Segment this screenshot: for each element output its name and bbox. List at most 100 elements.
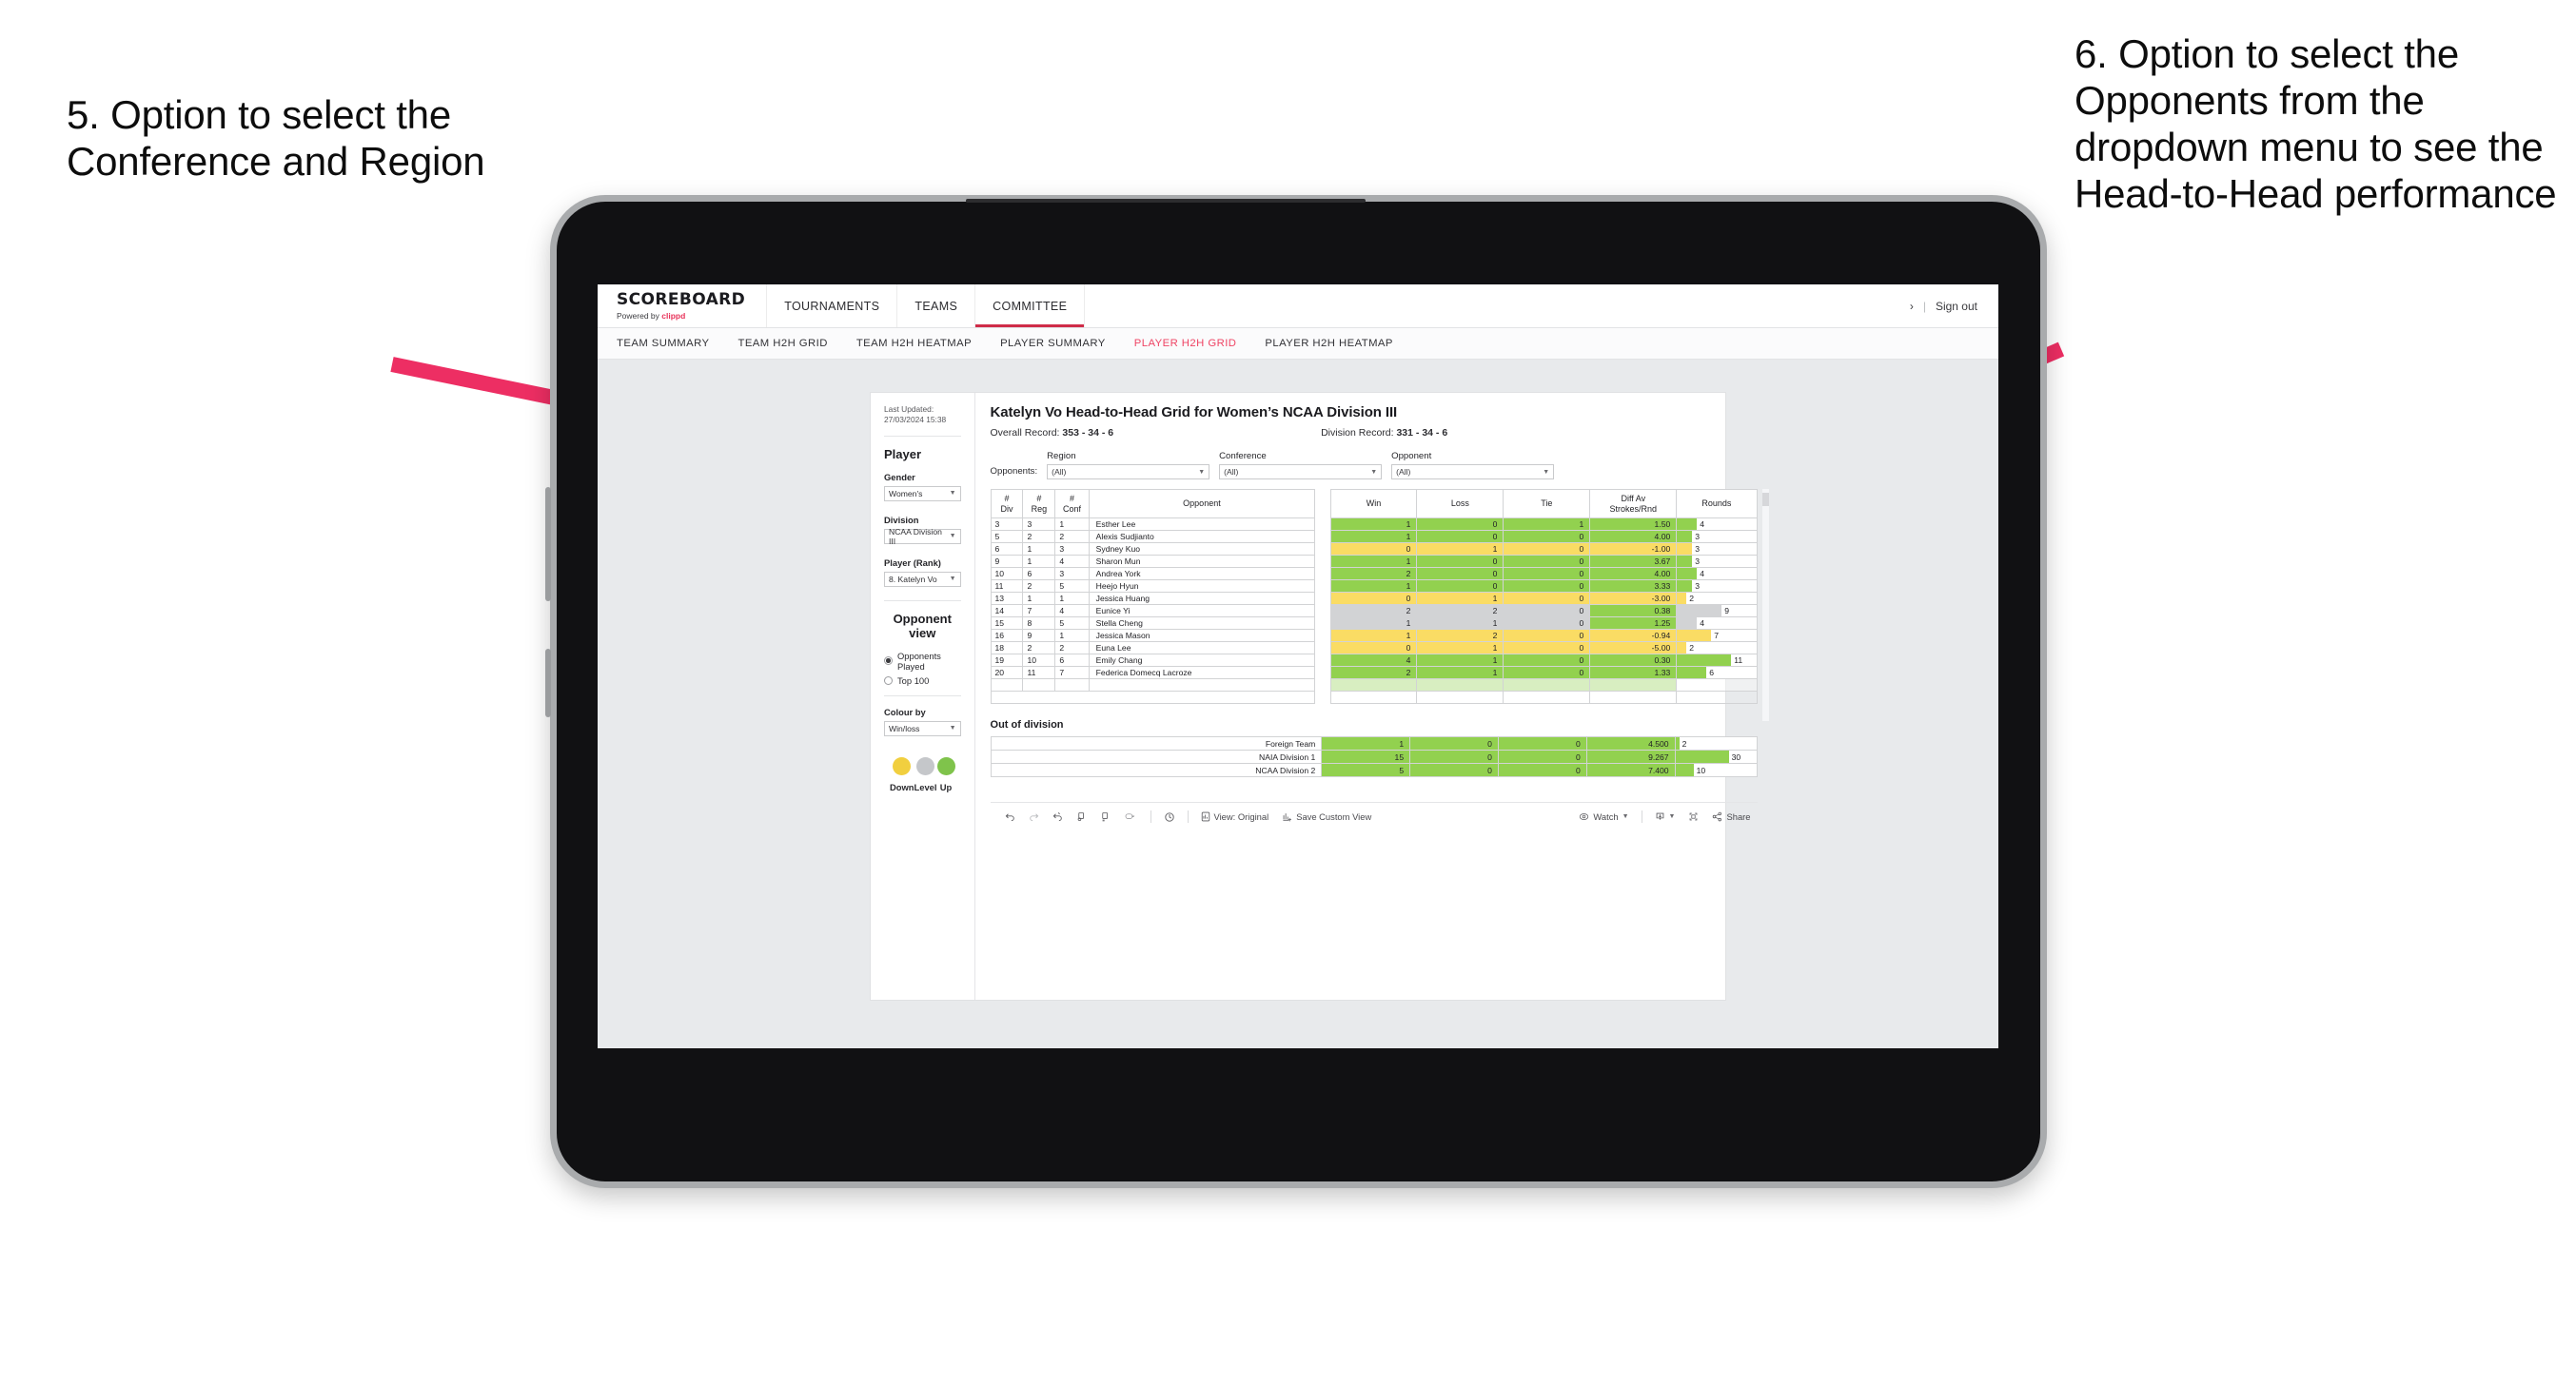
sidebar-divider-2 [884, 599, 961, 601]
table-row[interactable]: NCAA Division 2 5 0 0 7.400 10 [990, 763, 1758, 777]
cell-reg: 3 [1022, 517, 1056, 531]
table-row[interactable]: 16 9 1 Jessica Mason 1 2 0 -0.94 7 [990, 629, 1758, 642]
grid-scrollbar[interactable] [1761, 489, 1769, 721]
nav-item-committee[interactable]: COMMITTEE [975, 284, 1086, 327]
download-icon[interactable]: ▼ [1648, 811, 1682, 822]
col-tie[interactable]: Tie [1503, 489, 1591, 518]
opponent-filter-select[interactable]: (All) ▼ [1391, 464, 1555, 479]
table-row[interactable]: 9 1 4 Sharon Mun 1 0 0 3.67 3 [990, 555, 1758, 568]
cell-reg: 2 [1022, 579, 1056, 593]
tab-team-h2h-heatmap[interactable]: TEAM H2H HEATMAP [856, 338, 988, 349]
view-original-button[interactable]: View: Original [1194, 811, 1276, 822]
cell-conf: 4 [1054, 555, 1090, 568]
division-record: Division Record: 331 - 34 - 6 [1321, 427, 1447, 439]
chevron-right-icon[interactable]: › [1910, 300, 1914, 313]
cell-win: 1 [1329, 555, 1418, 568]
pause-refresh-icon[interactable] [1157, 811, 1182, 823]
cell-rounds: 2 [1674, 736, 1758, 751]
table-row[interactable]: 11 2 5 Heejo Hyun 1 0 0 3.33 3 [990, 579, 1758, 593]
colour-by-value: Win/loss [889, 723, 920, 733]
table-row[interactable]: 14 7 4 Eunice Yi 2 2 0 0.38 9 [990, 604, 1758, 617]
redo-icon[interactable] [1022, 811, 1046, 822]
col-win[interactable]: Win [1329, 489, 1418, 518]
refresh-data-icon[interactable] [1070, 811, 1093, 822]
pause-auto-update-icon[interactable] [1093, 811, 1117, 822]
col-rounds[interactable]: Rounds [1676, 489, 1758, 518]
division-select[interactable]: NCAA Division III ▼ [884, 527, 961, 546]
col-diff[interactable]: Diff Av Strokes/Rnd [1589, 489, 1678, 518]
table-row[interactable]: 19 10 6 Emily Chang 4 1 0 0.30 11 [990, 654, 1758, 667]
radio-opponents-played[interactable]: Opponents Played [884, 651, 961, 672]
save-custom-view-button[interactable]: Save Custom View [1275, 811, 1378, 822]
grid-scrollbar-thumb[interactable] [1761, 493, 1769, 506]
col-div[interactable]: # Div [990, 489, 1024, 518]
tab-team-summary[interactable]: TEAM SUMMARY [617, 338, 725, 349]
cell-loss: 0 [1416, 579, 1504, 593]
gender-label: Gender [884, 471, 915, 482]
cell-tie: 0 [1503, 592, 1591, 605]
workbook-main-pane: Katelyn Vo Head-to-Head Grid for Women’s… [975, 393, 1773, 1000]
table-row[interactable]: Foreign Team 1 0 0 4.500 2 [990, 736, 1758, 751]
h2h-grid-body: 3 3 1 Esther Lee 1 0 1 1.50 4 5 2 2 Alexis Sudjianto… [990, 517, 1758, 704]
share-button[interactable]: Share [1705, 811, 1757, 822]
table-row[interactable]: 18 2 2 Euna Lee 0 1 0 -5.00 2 [990, 641, 1758, 654]
nav-item-tournaments[interactable]: TOURNAMENTS [767, 284, 898, 327]
col-reg[interactable]: # Reg [1022, 489, 1056, 518]
radio-selected-icon [884, 656, 893, 666]
cell-tie: 0 [1503, 604, 1591, 617]
cell-diff: 4.00 [1589, 530, 1678, 543]
cell-div: 15 [990, 616, 1024, 630]
gender-select[interactable]: Women's ▼ [884, 485, 961, 501]
cell-div: 18 [990, 641, 1024, 654]
watch-button[interactable]: Watch ▼ [1572, 811, 1635, 822]
cell-opponent: Eunice Yi [1088, 604, 1316, 617]
revert-icon[interactable] [1046, 811, 1070, 822]
col-loss[interactable]: Loss [1416, 489, 1504, 518]
col-conf[interactable]: # Conf [1054, 489, 1090, 518]
tab-player-h2h-heatmap[interactable]: PLAYER H2H HEATMAP [1265, 338, 1409, 349]
region-filter-select[interactable]: (All) ▼ [1047, 464, 1210, 479]
player-rank-select[interactable]: 8. Katelyn Vo ▼ [884, 571, 961, 587]
radio-top-100[interactable]: Top 100 [884, 675, 961, 686]
sign-out-link[interactable]: Sign out [1936, 300, 1977, 313]
table-row-partial [990, 678, 1758, 692]
highlight-icon[interactable] [1117, 811, 1145, 822]
cell-opponent: Jessica Huang [1088, 592, 1316, 605]
fullscreen-icon[interactable] [1681, 811, 1705, 822]
legend-label-down: Down [890, 781, 914, 792]
colour-by-label: Colour by [884, 706, 926, 717]
nav-item-teams[interactable]: TEAMS [897, 284, 976, 327]
table-row[interactable]: 6 1 3 Sydney Kuo 0 1 0 -1.00 3 [990, 542, 1758, 556]
cell-conf: 6 [1054, 654, 1090, 667]
cell-loss: 2 [1416, 629, 1504, 642]
conference-filter-select[interactable]: (All) ▼ [1219, 464, 1383, 479]
region-filter: Region (All) ▼ [1047, 451, 1210, 479]
cell-reg: 1 [1022, 592, 1056, 605]
table-row[interactable]: 3 3 1 Esther Lee 1 0 1 1.50 4 [990, 517, 1758, 531]
table-row[interactable]: 5 2 2 Alexis Sudjianto 1 0 0 4.00 3 [990, 530, 1758, 543]
legend-item-up: Up [936, 756, 955, 792]
table-row[interactable]: 15 8 5 Stella Cheng 1 1 0 1.25 4 [990, 616, 1758, 630]
colour-by-select[interactable]: Win/loss ▼ [884, 720, 961, 736]
cell-rounds: 3 [1676, 542, 1758, 556]
tab-player-summary[interactable]: PLAYER SUMMARY [1000, 338, 1122, 349]
cell-reg: 8 [1022, 616, 1056, 630]
tab-player-h2h-grid[interactable]: PLAYER H2H GRID [1134, 338, 1253, 349]
table-row[interactable]: NAIA Division 1 15 0 0 9.267 30 [990, 750, 1758, 764]
undo-icon[interactable] [998, 811, 1022, 822]
cell-conf: 5 [1054, 616, 1090, 630]
cell-opponent: Foreign Team [990, 736, 1323, 751]
table-row[interactable]: 13 1 1 Jessica Huang 0 1 0 -3.00 2 [990, 592, 1758, 605]
table-row[interactable]: 10 6 3 Andrea York 2 0 0 4.00 4 [990, 567, 1758, 580]
player-rank-label: Player (Rank) [884, 556, 941, 568]
annotation-6-text: 6. Option to select the Opponents from t… [2075, 31, 2557, 217]
cell-loss: 0 [1409, 763, 1499, 777]
page-title: Katelyn Vo Head-to-Head Grid for Women’s… [990, 404, 1398, 420]
table-row[interactable]: 20 11 7 Federica Domecq Lacroze 2 1 0 1.33 6 [990, 666, 1758, 679]
tab-team-h2h-grid[interactable]: TEAM H2H GRID [737, 338, 843, 349]
brand-logo[interactable]: SCOREBOARD Powered by clippd [598, 284, 768, 327]
cell-win: 0 [1329, 592, 1418, 605]
h2h-grid-table: # Div # Reg # Conf Opponent Win Loss Tie D [990, 489, 1758, 704]
col-opponent[interactable]: Opponent [1088, 489, 1316, 518]
cell-rounds: 3 [1676, 555, 1758, 568]
